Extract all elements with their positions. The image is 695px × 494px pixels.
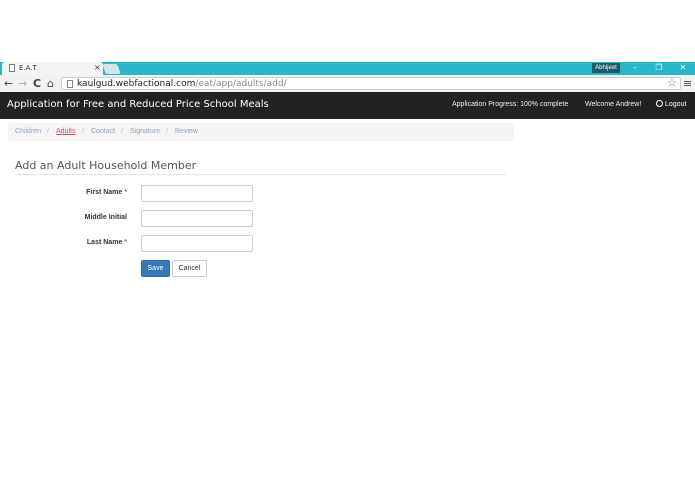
desktop-background — [0, 0, 695, 62]
breadcrumb-children[interactable]: Children — [15, 128, 41, 135]
bookmark-star-icon[interactable]: ☆ — [667, 76, 677, 89]
page-icon — [9, 64, 15, 72]
url-path: /eat/app/adults/add/ — [195, 79, 287, 89]
new-tab-button[interactable] — [102, 64, 121, 74]
profile-button[interactable]: Abhijeet — [592, 63, 620, 73]
breadcrumb-separator: / — [82, 128, 84, 135]
middle-initial-label: Middle Initial — [84, 214, 127, 221]
address-bar[interactable]: kaulgud.webfactional.com/eat/app/adults/… — [61, 77, 681, 90]
save-button[interactable]: Save — [141, 260, 170, 277]
application-progress: Application Progress: 100% complete — [452, 101, 569, 108]
logout-icon — [656, 100, 663, 107]
breadcrumb-separator: / — [121, 128, 123, 135]
logout-label: Logout — [665, 101, 687, 108]
breadcrumb-separator: / — [166, 128, 168, 135]
breadcrumb: Children / Adults / Contact / Signature … — [8, 123, 514, 141]
back-icon[interactable]: ← — [4, 77, 13, 90]
first-name-input[interactable] — [141, 185, 253, 202]
form-legend: Add an Adult Household Member — [15, 159, 197, 172]
breadcrumb-signature[interactable]: Signature — [130, 128, 160, 135]
url-host: kaulgud.webfactional.com — [77, 79, 196, 89]
tab-title: E.A.T — [19, 64, 37, 72]
last-name-input[interactable] — [141, 235, 253, 252]
last-name-label: Last Name * — [17, 239, 127, 246]
last-name-label-text: Last Name — [86, 239, 123, 246]
welcome-message: Welcome Andrew! — [585, 101, 642, 108]
required-mark: * — [124, 239, 127, 246]
first-name-label-text: First Name — [86, 189, 123, 196]
breadcrumb-contact[interactable]: Contact — [91, 128, 115, 135]
app-navbar: Application for Free and Reduced Price S… — [0, 92, 695, 119]
minimize-icon[interactable]: – — [628, 63, 642, 73]
logout-link[interactable]: Logout — [656, 100, 686, 108]
reload-icon[interactable]: C — [33, 77, 41, 90]
browser-tab[interactable]: E.A.T × — [2, 62, 103, 75]
home-icon[interactable]: ⌂ — [47, 77, 54, 90]
tab-close-icon[interactable]: × — [94, 63, 101, 72]
middle-initial-input[interactable] — [141, 210, 253, 227]
breadcrumb-adults[interactable]: Adults — [56, 128, 75, 135]
legend-divider — [15, 174, 506, 175]
close-window-icon[interactable]: ✕ — [676, 63, 690, 73]
page-info-icon[interactable] — [67, 80, 73, 88]
breadcrumb-review[interactable]: Review — [175, 128, 198, 135]
restore-icon[interactable]: ❐ — [652, 63, 666, 73]
breadcrumb-separator: / — [47, 128, 49, 135]
first-name-label: First Name * — [17, 189, 127, 196]
app-brand[interactable]: Application for Free and Reduced Price S… — [7, 99, 269, 110]
forward-icon[interactable]: → — [18, 77, 27, 90]
cancel-button[interactable]: Cancel — [172, 260, 207, 277]
browser-menu-icon[interactable]: ≡ — [683, 77, 692, 90]
url-text: kaulgud.webfactional.com/eat/app/adults/… — [77, 79, 287, 89]
required-mark: * — [124, 189, 127, 196]
